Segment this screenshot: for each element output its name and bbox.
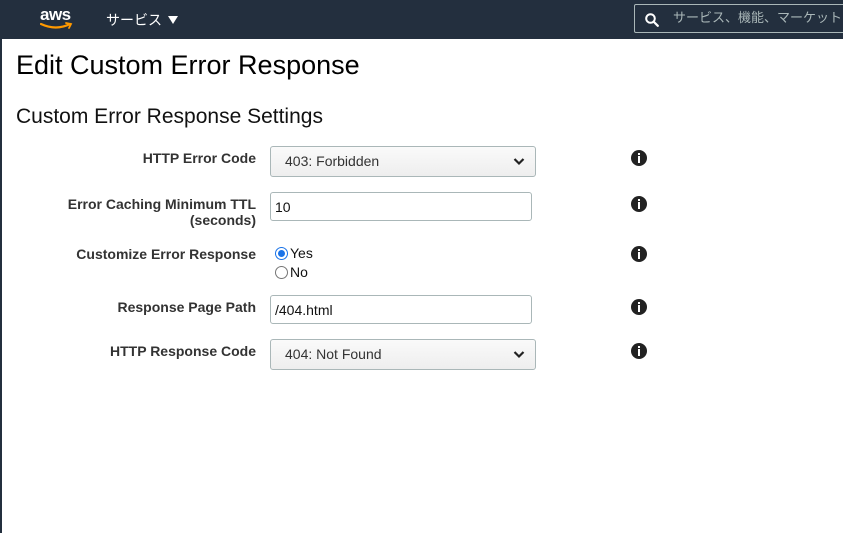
http-error-code-select[interactable]: 403: Forbidden — [270, 146, 536, 177]
customize-error-response-no-option[interactable]: No — [275, 264, 308, 280]
info-icon[interactable] — [631, 246, 647, 262]
section-title: Custom Error Response Settings — [16, 105, 323, 128]
radio-yes[interactable] — [275, 246, 288, 260]
error-caching-ttl-label: Error Caching Minimum TTL (seconds) — [68, 196, 256, 228]
page-title: Edit Custom Error Response — [16, 50, 360, 80]
top-nav-bar: aws サービス — [0, 0, 843, 39]
radio-yes-label: Yes — [290, 245, 313, 261]
search-input[interactable] — [671, 7, 843, 30]
error-caching-ttl-label-line2: (seconds) — [189, 212, 256, 228]
page-left-border — [0, 0, 2, 533]
error-caching-ttl-input[interactable] — [270, 192, 532, 221]
chevron-down-icon — [513, 158, 525, 166]
http-error-code-label: HTTP Error Code — [142, 150, 256, 166]
customize-error-response-label: Customize Error Response — [76, 246, 256, 262]
radio-no[interactable] — [275, 265, 288, 279]
info-icon[interactable] — [631, 299, 647, 315]
error-caching-ttl-label-line1: Error Caching Minimum TTL — [67, 196, 256, 212]
caret-down-icon — [168, 16, 178, 24]
http-response-code-value: 404: Not Found — [285, 346, 382, 362]
radio-no-label: No — [290, 264, 308, 280]
aws-logo[interactable]: aws — [40, 5, 74, 33]
info-icon[interactable] — [631, 150, 647, 166]
customize-error-response-yes-option[interactable]: Yes — [275, 245, 313, 261]
services-menu-button[interactable]: サービス — [106, 10, 178, 30]
services-menu-label: サービス — [106, 12, 162, 28]
chevron-down-icon — [513, 351, 525, 359]
aws-smile-icon — [40, 22, 73, 29]
info-icon[interactable] — [631, 196, 647, 212]
search-icon — [645, 13, 659, 27]
http-error-code-value: 403: Forbidden — [285, 153, 380, 169]
response-page-path-input[interactable] — [270, 295, 532, 324]
info-icon[interactable] — [631, 343, 647, 359]
http-response-code-label: HTTP Response Code — [110, 343, 256, 359]
search-box[interactable] — [634, 4, 843, 33]
response-page-path-label: Response Page Path — [117, 299, 257, 315]
http-response-code-select[interactable]: 404: Not Found — [270, 339, 536, 370]
